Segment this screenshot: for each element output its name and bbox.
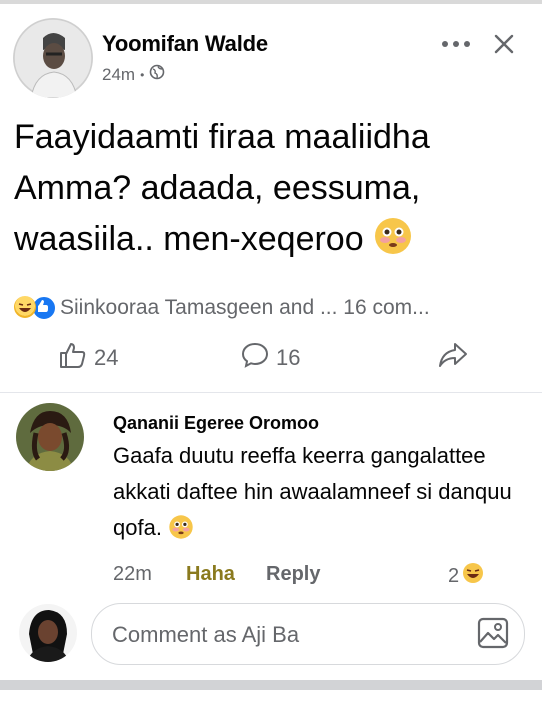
comment-time[interactable]: 22m	[113, 563, 152, 586]
comment-button[interactable]: 16	[240, 340, 300, 376]
next-post-preview	[0, 690, 542, 721]
reaction-icons	[14, 296, 56, 320]
image-upload-icon[interactable]	[476, 616, 510, 650]
haha-reaction-icon	[462, 562, 484, 590]
like-button[interactable]: 24	[58, 340, 118, 376]
post-text-content: Faayidaamti firaa maaliidha Amma? adaada…	[14, 118, 430, 258]
share-icon	[437, 340, 469, 376]
comment-input-placeholder: Comment as Aji Ba	[112, 622, 300, 647]
close-icon[interactable]	[490, 30, 518, 58]
comment-reaction-count-number: 2	[448, 564, 460, 587]
comment-author-name[interactable]: Qananii Egeree Oromoo	[113, 413, 319, 434]
post-meta: 24m •	[102, 64, 165, 85]
commenter-avatar[interactable]	[16, 403, 84, 471]
globe-icon	[149, 64, 165, 85]
author-avatar[interactable]	[13, 18, 93, 98]
post-text: Faayidaamti firaa maaliidha Amma? adaada…	[14, 112, 529, 271]
reaction-summary[interactable]: Siinkooraa Tamasgeen and ... 16 com...	[14, 292, 430, 324]
comment-haha-button[interactable]: Haha	[186, 563, 235, 586]
top-divider	[0, 0, 542, 4]
comment-reply-button[interactable]: Reply	[266, 563, 320, 586]
feed-separator	[0, 680, 542, 690]
reaction-summary-text: Siinkooraa Tamasgeen and ... 16 com...	[60, 296, 430, 319]
post-author-name[interactable]: Yoomifan Walde	[102, 31, 268, 57]
post-time[interactable]: 24m	[102, 65, 135, 85]
flushed-emoji-icon	[373, 216, 413, 271]
current-user-avatar[interactable]	[19, 604, 77, 662]
comment-bubble-icon	[240, 340, 270, 376]
comment-text: Gaafa duutu reeffa keerra gangalattee ak…	[113, 438, 513, 551]
comment-input[interactable]: Comment as Aji Ba	[91, 603, 525, 665]
more-options-icon[interactable]	[440, 30, 472, 58]
haha-reaction-icon	[14, 296, 36, 318]
comment-count: 16	[276, 345, 301, 370]
flushed-emoji-icon	[168, 514, 194, 551]
post-divider	[0, 392, 542, 393]
separator-dot: •	[140, 67, 145, 82]
thumbs-up-icon	[58, 340, 88, 376]
share-button[interactable]	[437, 340, 469, 376]
comment-reaction-count[interactable]: 2	[448, 562, 484, 590]
like-count: 24	[94, 345, 119, 370]
